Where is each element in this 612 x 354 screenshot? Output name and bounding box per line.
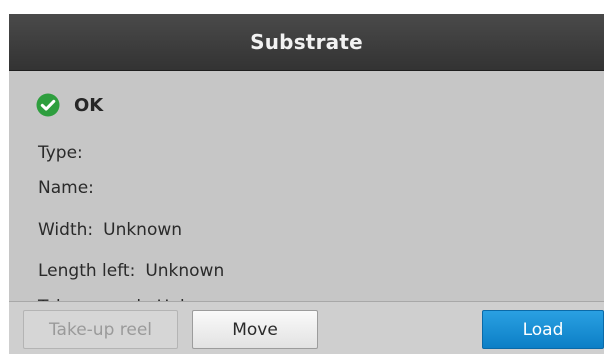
length-label: Length left: bbox=[38, 261, 136, 281]
check-circle-icon bbox=[36, 93, 60, 117]
name-label: Name: bbox=[38, 178, 94, 198]
type-label: Type: bbox=[38, 143, 83, 163]
width-value: Unknown bbox=[103, 220, 183, 240]
length-value: Unknown bbox=[145, 261, 225, 281]
length-row: Length left: Unknown bbox=[38, 261, 224, 281]
status-text: OK bbox=[74, 94, 104, 116]
substrate-panel: Substrate OK Type: Name: Width: Unknown L… bbox=[9, 14, 604, 354]
page-title: Substrate bbox=[250, 30, 363, 54]
take-up-reel-button[interactable]: Take-up reel bbox=[23, 310, 178, 349]
action-bar: Take-up reel Move Load bbox=[9, 301, 604, 354]
load-button[interactable]: Load bbox=[482, 310, 604, 349]
move-button[interactable]: Move bbox=[192, 310, 318, 349]
status-row: OK bbox=[36, 91, 103, 119]
type-row: Type: bbox=[38, 143, 93, 163]
name-row: Name: bbox=[38, 178, 104, 198]
width-row: Width: Unknown bbox=[38, 220, 182, 240]
title-bar: Substrate bbox=[9, 14, 604, 71]
width-label: Width: bbox=[38, 220, 94, 240]
